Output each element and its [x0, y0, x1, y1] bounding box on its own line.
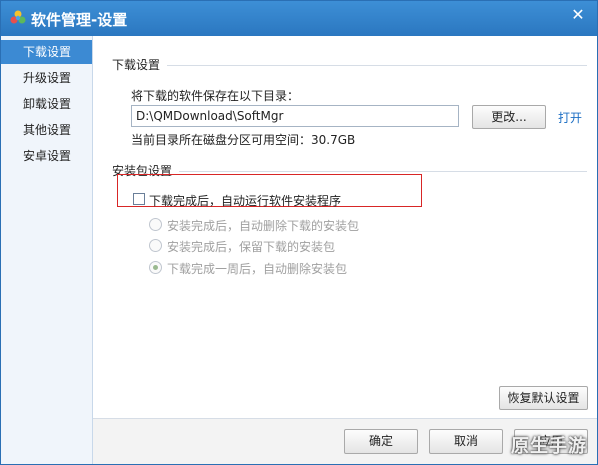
restore-defaults-button[interactable]: 恢复默认设置 [499, 386, 588, 410]
free-space-text: 当前目录所在磁盘分区可用空间：30.7GB [131, 133, 356, 147]
sidebar-item-download[interactable]: 下载设置 [1, 40, 92, 64]
sidebar-item-other[interactable]: 其他设置 [1, 118, 92, 142]
auto-run-checkbox[interactable] [133, 193, 145, 205]
ok-button[interactable]: 确定 [344, 429, 418, 454]
radio-keep-after-install[interactable] [149, 239, 162, 252]
download-dir-label: 将下载的软件保存在以下目录： [131, 89, 300, 103]
close-icon[interactable]: ✕ [569, 6, 587, 24]
radio-keep-after-install-label: 安装完成后，保留下载的安装包 [167, 240, 336, 254]
radio-delete-after-install[interactable] [149, 218, 162, 231]
download-section-title: 下载设置 [112, 58, 161, 72]
radio-delete-after-week[interactable] [149, 261, 162, 274]
window-title: 软件管理-设置 [31, 11, 128, 29]
sidebar-item-upgrade[interactable]: 升级设置 [1, 66, 92, 90]
download-path-input[interactable] [131, 105, 459, 127]
sidebar-item-android[interactable]: 安卓设置 [1, 144, 92, 168]
radio-delete-after-install-label: 安装完成后，自动删除下载的安装包 [167, 219, 360, 233]
settings-window: 软件管理-设置 ✕ 下载设置 升级设置 卸载设置 其他设置 安卓设置 下载设置 … [0, 0, 598, 465]
auto-run-label[interactable]: 下载完成后，自动运行软件安装程序 [149, 192, 341, 209]
watermark-logo: 原生手游 [511, 436, 587, 457]
download-section-divider [167, 65, 587, 66]
radio-delete-after-week-label: 下载完成一周后，自动删除安装包 [167, 262, 348, 276]
sidebar-item-uninstall[interactable]: 卸载设置 [1, 92, 92, 116]
software-manager-icon [10, 10, 26, 24]
sidebar: 下载设置 升级设置 卸载设置 其他设置 安卓设置 [1, 36, 93, 464]
cancel-button[interactable]: 取消 [429, 429, 503, 454]
install-section-divider [179, 171, 587, 172]
open-dir-link[interactable]: 打开 [558, 109, 582, 126]
title-bar[interactable]: 软件管理-设置 ✕ [1, 1, 597, 36]
change-dir-button[interactable]: 更改... [472, 105, 546, 129]
